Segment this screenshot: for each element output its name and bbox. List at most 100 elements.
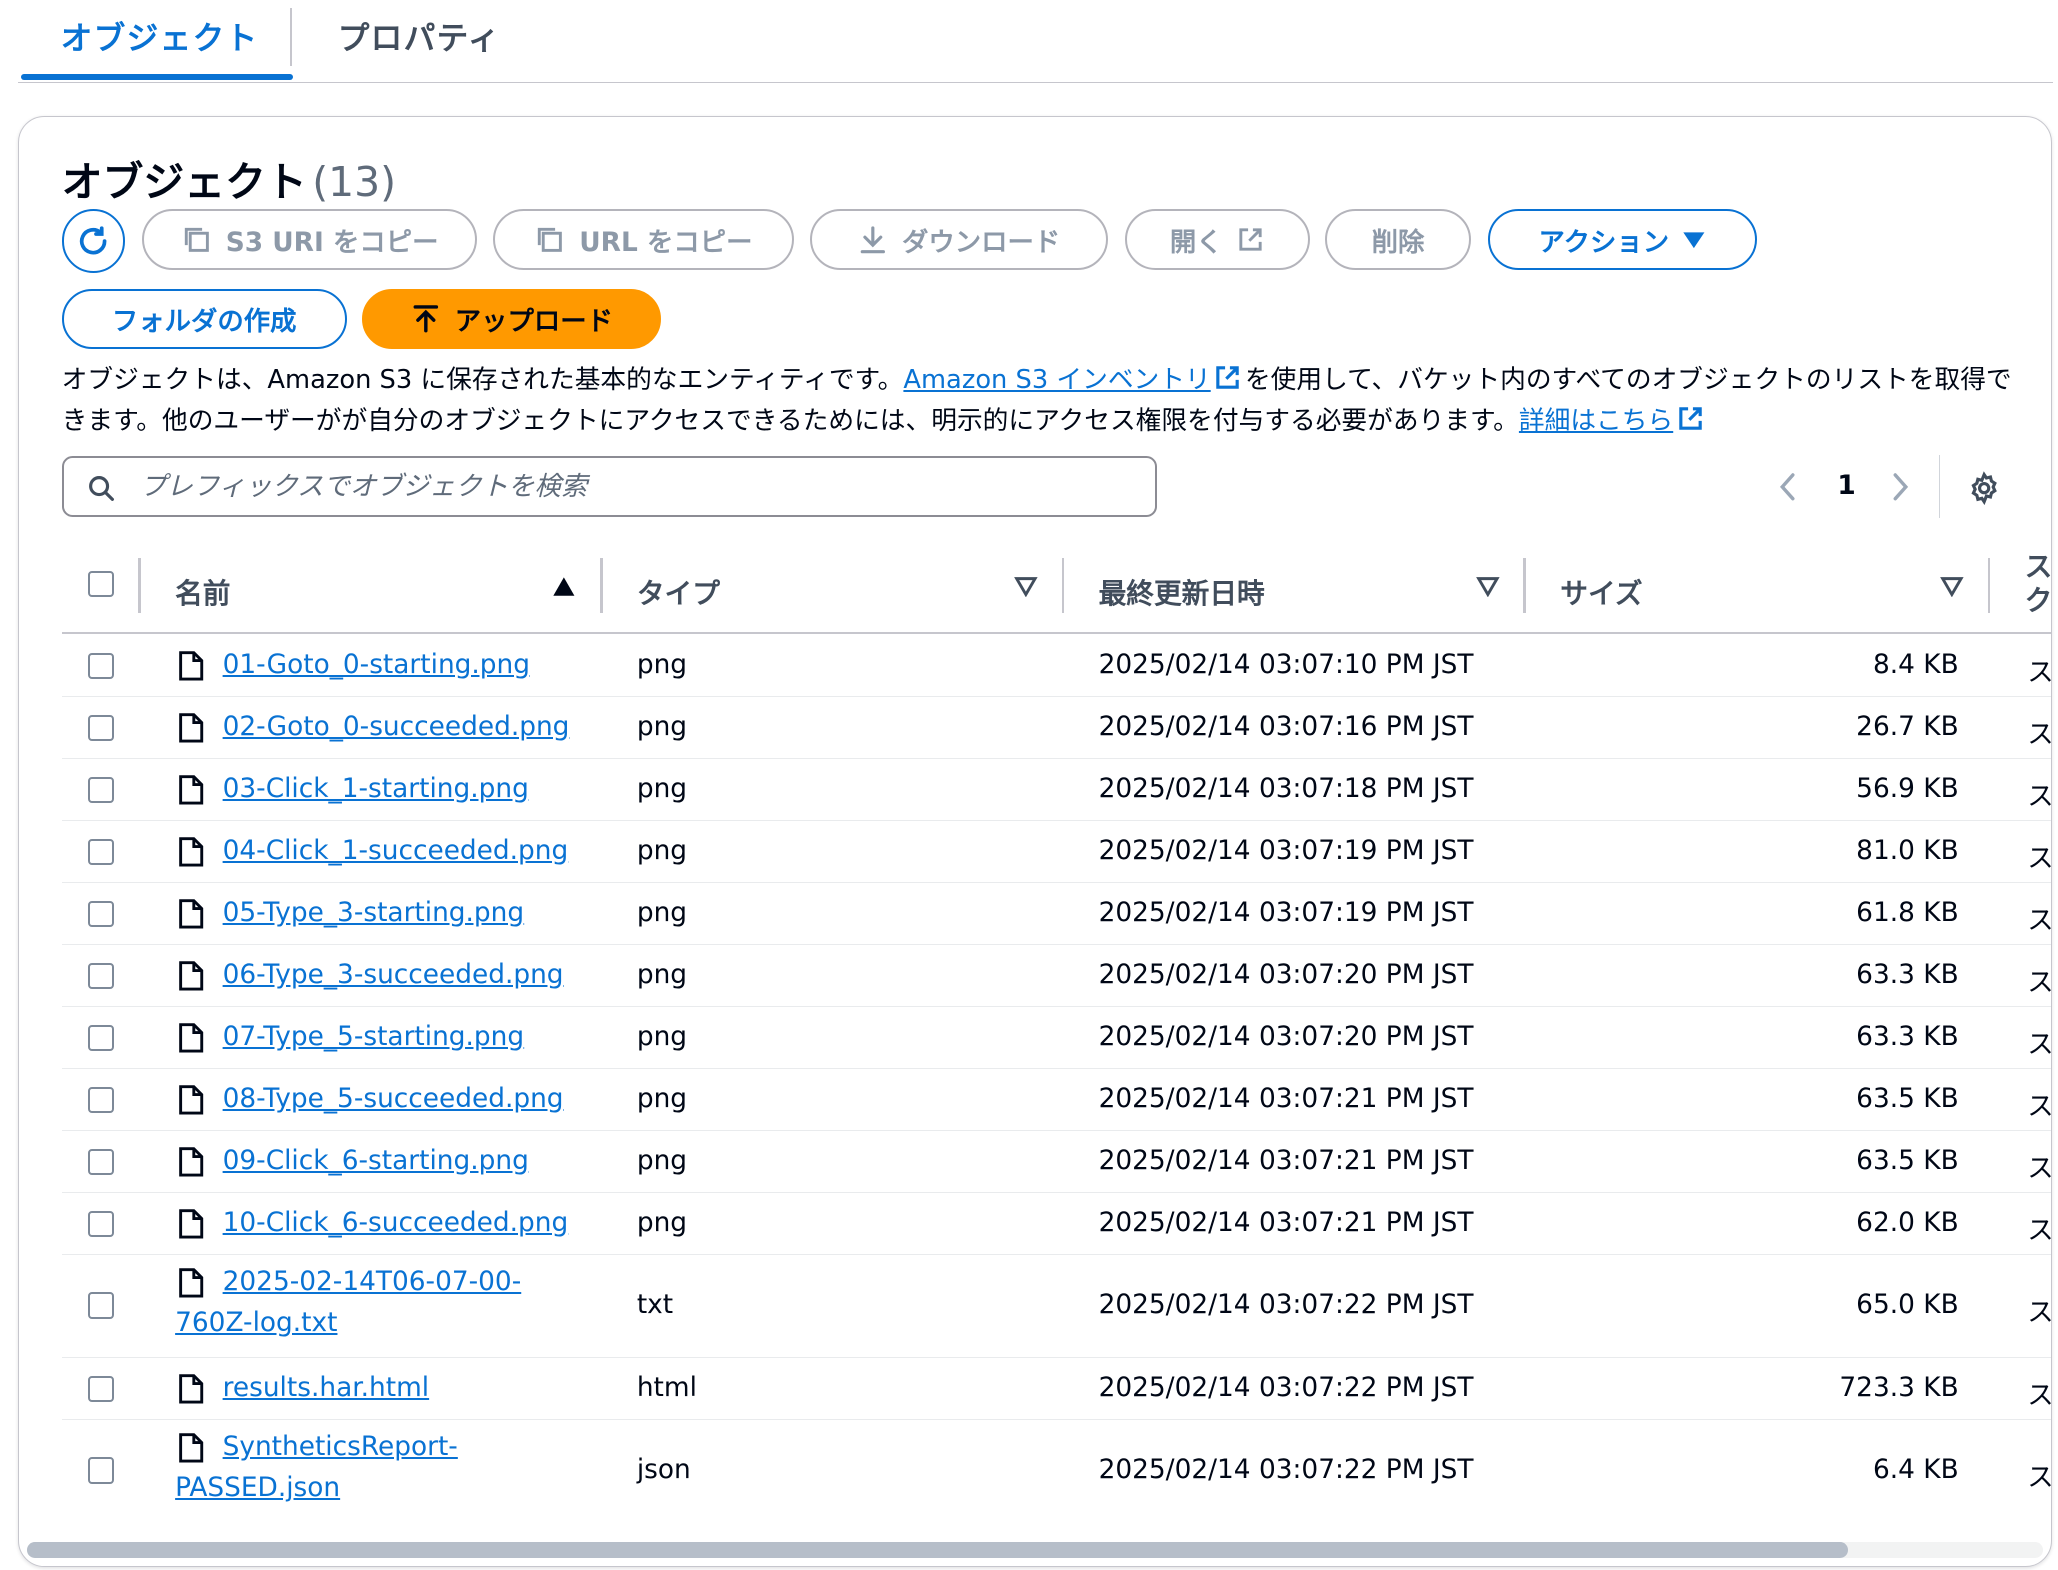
row-checkbox[interactable] xyxy=(88,962,115,990)
file-icon xyxy=(178,837,203,867)
row-checkbox[interactable] xyxy=(88,838,115,866)
tab-objects[interactable]: オブジェクト xyxy=(61,13,259,59)
tab-bar: オブジェクト プロパティ xyxy=(18,0,2053,83)
copy-icon xyxy=(184,227,209,252)
file-icon xyxy=(178,713,203,743)
create-folder-button[interactable]: フォルダの作成 xyxy=(61,288,347,350)
object-name-link[interactable]: 01-Goto_0-starting.png xyxy=(223,645,530,686)
object-name-link-continued[interactable]: 760Z-log.txt xyxy=(175,1303,337,1344)
object-name-link[interactable]: 02-Goto_0-succeeded.png xyxy=(223,707,570,748)
copy-icon xyxy=(538,227,563,252)
row-checkbox[interactable] xyxy=(88,652,115,680)
object-name-link[interactable]: 2025-02-14T06-07-00- xyxy=(223,1262,522,1303)
search-box[interactable] xyxy=(61,456,1157,517)
object-storage-class: ス xyxy=(2027,1154,2053,1185)
chevron-right-icon xyxy=(1893,472,1909,501)
search-icon xyxy=(89,475,115,501)
object-name-link-continued[interactable]: PASSED.json xyxy=(175,1468,340,1509)
tab-divider xyxy=(290,7,292,66)
object-modified: 2025/02/14 03:07:19 PM JST xyxy=(1098,898,1474,929)
learn-more-link[interactable]: 詳細はこちら xyxy=(1519,406,1673,436)
inventory-link[interactable]: Amazon S3 インベントリ xyxy=(903,365,1210,395)
object-storage-class: ス xyxy=(2027,844,2053,875)
column-header-name[interactable]: 名前 xyxy=(175,571,230,611)
sort-icon[interactable] xyxy=(1940,576,1964,598)
object-storage-class: ス xyxy=(2027,906,2053,937)
column-header-modified[interactable]: 最終更新日時 xyxy=(1099,571,1265,611)
column-header-size[interactable]: サイズ xyxy=(1560,571,1642,611)
row-checkbox[interactable] xyxy=(88,1292,115,1319)
object-size: 6.4 KB xyxy=(1872,1454,1959,1485)
object-name-link[interactable]: 10-Click_6-succeeded.png xyxy=(223,1203,569,1244)
row-checkbox[interactable] xyxy=(88,1457,115,1484)
column-header-storage-class[interactable]: ス ク xyxy=(2025,550,2051,619)
object-name-link[interactable]: results.har.html xyxy=(223,1368,430,1409)
object-type: png xyxy=(636,1084,688,1115)
object-name-link[interactable]: 05-Type_3-starting.png xyxy=(223,893,525,934)
refresh-button[interactable] xyxy=(61,209,125,273)
file-icon xyxy=(178,1268,203,1298)
tab-properties[interactable]: プロパティ xyxy=(338,13,501,59)
row-checkbox[interactable] xyxy=(88,900,115,928)
pagination-prev-button[interactable] xyxy=(1777,471,1798,510)
copy-url-button[interactable]: URL をコピー xyxy=(493,209,794,271)
row-checkbox[interactable] xyxy=(88,1086,115,1114)
object-storage-class: ス xyxy=(2027,1380,2053,1411)
actions-label: アクション xyxy=(1538,228,1670,259)
file-icon xyxy=(178,1147,203,1177)
object-storage-class: ス xyxy=(2027,1297,2053,1328)
object-name-link[interactable]: 08-Type_5-succeeded.png xyxy=(223,1079,564,1120)
object-name-link[interactable]: 06-Type_3-succeeded.png xyxy=(223,955,564,996)
sort-icon[interactable] xyxy=(1014,576,1038,598)
object-type: png xyxy=(636,774,688,805)
external-link-icon[interactable] xyxy=(1213,363,1242,392)
external-link-icon[interactable] xyxy=(1676,404,1705,433)
object-type: html xyxy=(636,1372,697,1403)
search-input[interactable] xyxy=(137,466,1119,509)
row-checkbox[interactable] xyxy=(88,714,115,742)
select-all-checkbox[interactable] xyxy=(88,570,115,598)
object-name-link[interactable]: 03-Click_1-starting.png xyxy=(223,769,529,810)
column-divider xyxy=(1987,557,1991,614)
object-modified: 2025/02/14 03:07:10 PM JST xyxy=(1098,650,1474,681)
horizontal-scrollbar-thumb[interactable] xyxy=(27,1541,1848,1558)
object-name-link[interactable]: SyntheticsReport- xyxy=(223,1427,458,1468)
pagination-current-page[interactable]: 1 xyxy=(1837,471,1855,501)
pagination-next-button[interactable] xyxy=(1890,471,1911,510)
delete-button[interactable]: 削除 xyxy=(1325,209,1471,271)
object-size: 81.0 KB xyxy=(1856,836,1959,867)
object-size: 63.5 KB xyxy=(1856,1146,1959,1177)
upload-button[interactable]: アップロード xyxy=(362,288,661,350)
actions-dropdown-button[interactable]: アクション xyxy=(1487,209,1757,271)
table-row: results.har.html html 2025/02/14 03:07:2… xyxy=(61,1357,2053,1421)
row-checkbox[interactable] xyxy=(88,776,115,804)
table-row: 01-Goto_0-starting.png png 2025/02/14 03… xyxy=(61,634,2051,698)
file-icon xyxy=(178,1374,203,1404)
file-icon xyxy=(178,1209,203,1239)
download-button[interactable]: ダウンロード xyxy=(809,209,1108,271)
object-name-link[interactable]: 09-Click_6-starting.png xyxy=(223,1141,529,1182)
column-header-type[interactable]: タイプ xyxy=(637,571,720,611)
description-text-1: オブジェクトは、Amazon S3 に保存された基本的なエンティティです。 xyxy=(61,364,904,395)
object-modified: 2025/02/14 03:07:22 PM JST xyxy=(1098,1372,1474,1403)
create-folder-label: フォルダの作成 xyxy=(111,307,297,338)
active-tab-indicator xyxy=(21,73,293,81)
object-size: 723.3 KB xyxy=(1839,1372,1959,1403)
object-size: 62.0 KB xyxy=(1856,1208,1959,1239)
sort-ascending-icon[interactable] xyxy=(552,576,576,597)
row-checkbox[interactable] xyxy=(88,1148,115,1176)
object-name-link[interactable]: 07-Type_5-starting.png xyxy=(223,1017,525,1058)
upload-label: アップロード xyxy=(454,307,614,338)
object-type: png xyxy=(636,1146,688,1177)
row-checkbox[interactable] xyxy=(88,1375,115,1402)
copy-s3-uri-button[interactable]: S3 URI をコピー xyxy=(142,209,478,271)
open-button[interactable]: 開く xyxy=(1124,209,1310,271)
object-name-link[interactable]: 04-Click_1-succeeded.png xyxy=(223,831,569,872)
row-checkbox[interactable] xyxy=(88,1024,115,1052)
s3-objects-page: オブジェクト プロパティ オブジェクト (13) S3 URI をコピー URL … xyxy=(0,0,2058,1570)
sort-icon[interactable] xyxy=(1475,576,1500,598)
object-size: 63.3 KB xyxy=(1856,960,1959,991)
table-row: 2025-02-14T06-07-00- 760Z-log.txt txt 20… xyxy=(61,1254,2053,1359)
row-checkbox[interactable] xyxy=(88,1210,115,1238)
preferences-button[interactable] xyxy=(1967,470,2001,510)
